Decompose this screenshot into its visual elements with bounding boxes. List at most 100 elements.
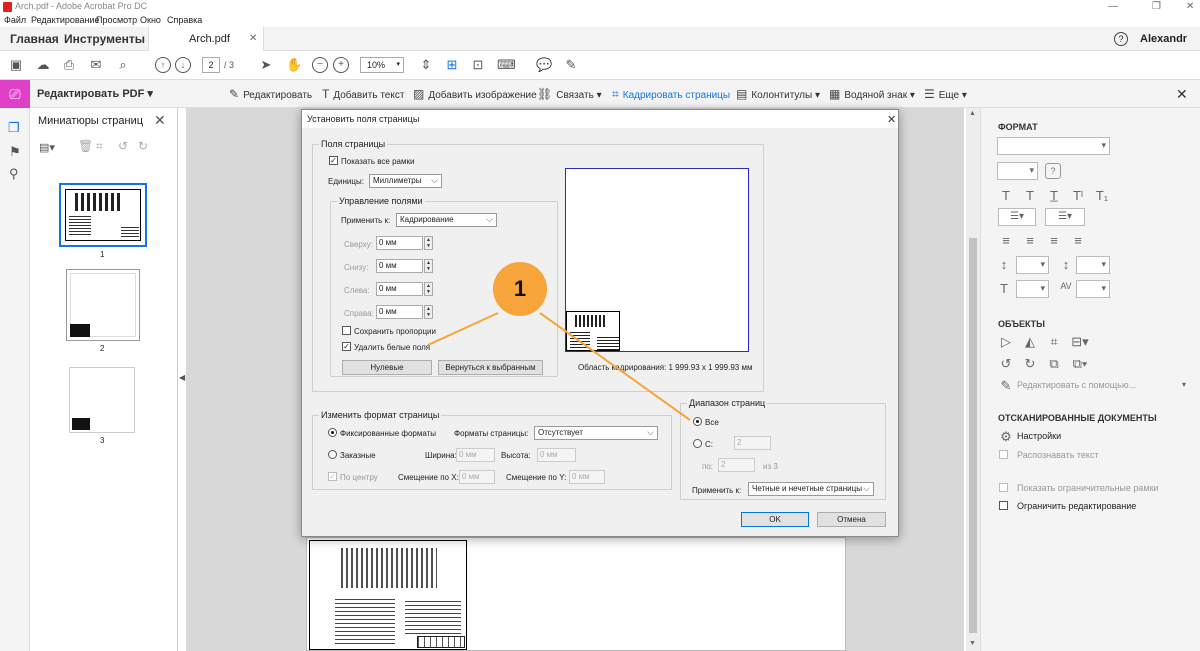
more-button[interactable]: ☰ Еще ▾ (924, 80, 967, 108)
keep-proportions-checkbox[interactable] (342, 326, 351, 335)
settings-label[interactable]: Настройки (1017, 431, 1061, 441)
page-thumbnails-icon[interactable]: ❐ (8, 120, 20, 136)
help-icon[interactable]: ? (1114, 32, 1128, 46)
maximize-icon[interactable]: ❐ (1152, 0, 1161, 13)
close-panel-icon[interactable]: ✕ (154, 112, 166, 129)
to-input[interactable]: 2 (718, 458, 755, 472)
bottom-spinner-icon[interactable]: ▲ ▼ (424, 259, 433, 273)
scroll-down-icon[interactable]: ▼ (969, 640, 976, 647)
add-text-button[interactable]: T Добавить текст (322, 80, 404, 108)
close-tab-icon[interactable]: ✕ (249, 27, 257, 51)
select-arrow-icon[interactable]: ➤ (258, 57, 274, 73)
numbered-list-icon[interactable]: ☰▾ (1045, 208, 1085, 226)
fit-page-icon[interactable]: ⇕ (418, 57, 434, 73)
settings-gear-icon[interactable]: ⚙ (997, 429, 1015, 445)
hand-icon[interactable]: ✋ (286, 57, 302, 73)
right-spinner-icon[interactable]: ▲ ▼ (424, 305, 433, 319)
paragraph-spacing-icon[interactable]: ↕ (1057, 257, 1075, 272)
show-all-checkbox[interactable]: ✓ (329, 156, 338, 165)
email-icon[interactable]: ✉ (88, 57, 104, 73)
sign-pen-icon[interactable]: ✎ (563, 57, 579, 73)
menu-edit[interactable]: Редактирование (31, 13, 100, 27)
scroll-up-icon[interactable]: ▲ (969, 110, 976, 117)
left-spinner-icon[interactable]: ▲ ▼ (424, 282, 433, 296)
tab-tools[interactable]: Инструменты (58, 27, 151, 51)
comment-icon[interactable]: 💬 (536, 57, 552, 73)
revert-button[interactable]: Вернуться к выбранным (438, 360, 543, 375)
text-underline-icon[interactable]: T̲ (1045, 188, 1063, 203)
cancel-button[interactable]: Отмена (817, 512, 886, 527)
rotate-ccw-icon[interactable]: ↺ (997, 356, 1015, 372)
zoom-out-icon[interactable]: − (312, 57, 328, 73)
flip-horizontal-icon[interactable]: ▷ (997, 334, 1015, 350)
close-window-icon[interactable]: ✕ (1186, 0, 1194, 13)
options-menu-icon[interactable]: ▤▾ (39, 141, 55, 154)
page-sizes-select[interactable]: Отсутствует (534, 426, 658, 440)
crop-pages-button[interactable]: ⌗ Кадрировать страницы (612, 80, 730, 108)
superscript-icon[interactable]: Tˡ (1069, 188, 1087, 203)
page-number-input[interactable]: 2 (202, 57, 220, 73)
line-spacing-select[interactable] (1016, 256, 1049, 274)
align-justify-icon[interactable]: ≡ (1069, 233, 1087, 248)
edit-with-dropdown-icon[interactable]: ▾ (1182, 380, 1186, 389)
print-icon[interactable]: ⎙ (61, 57, 77, 73)
custom-radio[interactable] (328, 450, 337, 459)
font-size-select[interactable] (997, 162, 1038, 180)
fixed-sizes-radio[interactable] (328, 428, 337, 437)
align-left-icon[interactable]: ≡ (997, 233, 1015, 248)
menu-window[interactable]: Окно (140, 13, 161, 27)
bottom-input[interactable]: 0 мм (376, 259, 423, 273)
zoom-in-icon[interactable]: + (333, 57, 349, 73)
arrange-icon[interactable]: ⊟▾ (1071, 334, 1089, 350)
tab-home[interactable]: Главная (4, 27, 65, 51)
edit-button[interactable]: ✎ Редактировать (229, 80, 312, 108)
close-edit-icon[interactable]: ✕ (1176, 80, 1188, 108)
center-checkbox[interactable]: ✓ (328, 472, 337, 481)
width-input[interactable]: 0 мм (456, 448, 495, 462)
text-bold-icon[interactable]: T (1021, 188, 1039, 203)
from-input[interactable]: 2 (734, 436, 771, 450)
scrollbar-thumb[interactable] (969, 238, 977, 633)
full-screen-icon[interactable]: ⊡ (470, 57, 486, 73)
delete-page-icon[interactable]: 🗑 (78, 139, 93, 153)
top-input[interactable]: 0 мм (376, 236, 423, 250)
rotate-right-icon[interactable]: ↻ (138, 139, 148, 153)
units-select[interactable]: Миллиметры (369, 174, 442, 188)
group-icon[interactable]: ⧉▾ (1071, 356, 1089, 372)
menu-file[interactable]: Файл (4, 13, 26, 27)
search-icon[interactable]: ⌕ (115, 57, 131, 73)
apply-range-select[interactable]: Четные и нечетные страницы (748, 482, 874, 496)
left-input[interactable]: 0 мм (376, 282, 423, 296)
user-name[interactable]: Alexandr (1140, 27, 1187, 51)
align-center-icon[interactable]: ≡ (1021, 233, 1039, 248)
prev-page-icon[interactable]: ↑ (155, 57, 171, 73)
edit-with-label[interactable]: Редактировать с помощью... (1017, 380, 1136, 390)
paragraph-spacing-select[interactable] (1076, 256, 1110, 274)
zoom-select[interactable]: 10% ▾ (360, 57, 404, 73)
remove-white-checkbox[interactable]: ✓ (342, 342, 351, 351)
horizontal-scale-select[interactable] (1016, 280, 1049, 298)
crop-image-icon[interactable]: ⌗ (1045, 334, 1063, 350)
recognize-text-checkbox[interactable] (999, 450, 1008, 459)
save-icon[interactable]: ▣ (8, 57, 24, 73)
char-spacing-select[interactable] (1076, 280, 1110, 298)
rotate-left-icon[interactable]: ↺ (118, 139, 128, 153)
link-button[interactable]: ⛓ Связать ▾ (537, 80, 602, 108)
right-input[interactable]: 0 мм (376, 305, 423, 319)
subscript-icon[interactable]: T₁ (1093, 188, 1111, 203)
collapse-left-icon[interactable]: ◀ (179, 373, 185, 382)
replace-image-icon[interactable]: ⧉ (1045, 356, 1063, 372)
fit-width-icon[interactable]: ⊞ (444, 57, 460, 73)
crop-page-icon[interactable]: ⌗ (96, 139, 103, 154)
add-image-button[interactable]: ▨ Добавить изображение (413, 80, 537, 108)
minimize-icon[interactable]: — (1108, 0, 1118, 13)
thumbnail-page-1[interactable] (59, 183, 147, 247)
edit-pdf-tool-icon[interactable]: ⎚ (0, 80, 30, 108)
zero-button[interactable]: Нулевые (342, 360, 432, 375)
keyboard-icon[interactable]: ⌨ (497, 57, 516, 73)
menu-view[interactable]: Просмотр (96, 13, 137, 27)
dialog-close-icon[interactable]: ✕ (887, 113, 896, 126)
watermark-button[interactable]: ▦ Водяной знак ▾ (829, 80, 915, 108)
flip-vertical-icon[interactable]: ◭ (1021, 334, 1039, 350)
upload-cloud-icon[interactable]: ☁ (35, 57, 51, 73)
